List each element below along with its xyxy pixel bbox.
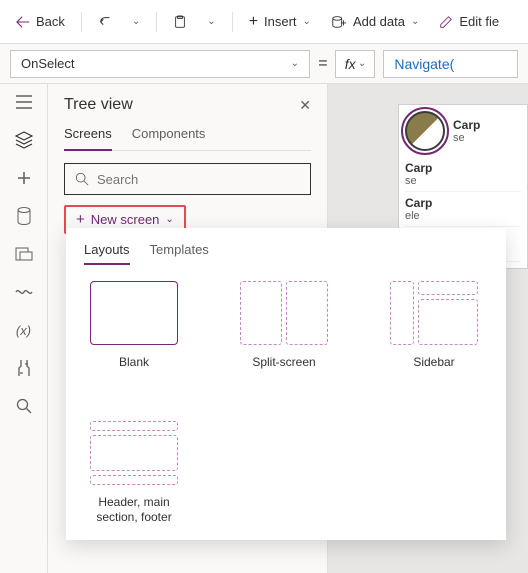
add-data-label: Add data [353, 14, 405, 29]
close-icon[interactable]: ✕ [299, 97, 311, 114]
paste-dropdown[interactable]: ⌄ [199, 12, 223, 31]
layout-header-main-footer[interactable]: Header, main section, footer [84, 421, 184, 526]
chevron-down-icon: ⌄ [165, 214, 173, 225]
edit-icon [439, 15, 453, 29]
undo-button[interactable] [90, 11, 120, 33]
gallery-row[interactable]: Carp se [405, 157, 521, 192]
layout-label: Sidebar [413, 355, 454, 371]
insert-button[interactable]: + Insert ⌄ [241, 9, 319, 35]
add-data-button[interactable]: Add data ⌄ [323, 10, 427, 33]
flyout-tabs: Layouts Templates [84, 242, 488, 265]
search-icon [75, 172, 89, 186]
separator [156, 12, 157, 32]
layout-split-screen[interactable]: Split-screen [234, 281, 334, 371]
edit-fields-button[interactable]: Edit fie [431, 10, 507, 33]
paste-button[interactable] [165, 11, 195, 33]
gallery-row[interactable]: Carp ele [405, 192, 521, 227]
gallery-image-selected[interactable] [405, 111, 445, 151]
fx-button[interactable]: fx ⌄ [335, 50, 375, 78]
row-sub: ele [405, 210, 521, 222]
hamburger-icon[interactable] [14, 92, 34, 112]
arrow-left-icon [16, 15, 30, 29]
row-title: Carp [405, 196, 521, 210]
edit-fields-label: Edit fie [459, 14, 499, 29]
tab-layouts[interactable]: Layouts [84, 242, 130, 265]
hmf-preview-icon [90, 421, 178, 485]
layout-grid: Blank Split-screen Sidebar Header, main … [84, 281, 488, 526]
tools-rail-icon[interactable] [14, 358, 34, 378]
new-screen-label: New screen [91, 212, 160, 227]
chevron-down-icon: ⌄ [291, 58, 299, 69]
search-box[interactable] [64, 163, 311, 195]
variables-rail-icon[interactable]: (x) [14, 320, 34, 340]
clipboard-icon [173, 15, 187, 29]
insert-rail-icon[interactable] [14, 168, 34, 188]
database-icon [331, 15, 347, 29]
separator [81, 12, 82, 32]
tree-view-icon[interactable] [14, 130, 34, 150]
undo-icon [98, 15, 112, 29]
layout-sidebar[interactable]: Sidebar [384, 281, 484, 371]
back-label: Back [36, 14, 65, 29]
left-rail: (x) [0, 84, 48, 573]
gallery-subtitle: se [453, 132, 480, 144]
split-preview-icon [240, 281, 328, 345]
undo-dropdown[interactable]: ⌄ [124, 12, 148, 31]
formula-value: Navigate( [394, 56, 454, 72]
layout-label: Split-screen [252, 355, 315, 371]
tab-screens[interactable]: Screens [64, 126, 112, 151]
flows-rail-icon[interactable] [14, 282, 34, 302]
row-sub: se [405, 175, 521, 187]
layout-blank[interactable]: Blank [84, 281, 184, 371]
layout-label: Blank [119, 355, 149, 371]
plus-icon: + [76, 211, 85, 228]
search-input[interactable] [97, 172, 300, 187]
blank-preview-icon [90, 281, 178, 345]
chevron-down-icon: ⌄ [411, 16, 419, 27]
chevron-down-icon: ⌄ [132, 16, 140, 27]
equals-sign: = [318, 55, 327, 73]
tree-tabs: Screens Components [64, 126, 311, 151]
separator [232, 12, 233, 32]
row-title: Carp [405, 161, 521, 175]
tab-templates[interactable]: Templates [150, 242, 209, 265]
chevron-down-icon: ⌄ [303, 16, 311, 27]
tab-components[interactable]: Components [132, 126, 206, 150]
data-rail-icon[interactable] [14, 206, 34, 226]
insert-label: Insert [264, 14, 297, 29]
gallery-title: Carp [453, 118, 480, 132]
fx-label: fx [345, 56, 356, 72]
plus-icon: + [249, 13, 258, 31]
sidebar-preview-icon [390, 281, 478, 345]
top-toolbar: Back ⌄ ⌄ + Insert ⌄ Add data ⌄ Edit fie [0, 0, 528, 44]
chevron-down-icon: ⌄ [358, 58, 366, 69]
property-selector[interactable]: OnSelect ⌄ [10, 50, 310, 78]
chevron-down-icon: ⌄ [207, 16, 215, 27]
layout-label: Header, main section, footer [84, 495, 184, 526]
gallery-selected-row[interactable]: Carp se [405, 111, 521, 151]
media-rail-icon[interactable] [14, 244, 34, 264]
formula-bar: OnSelect ⌄ = fx ⌄ Navigate( [0, 44, 528, 84]
formula-input[interactable]: Navigate( [383, 50, 518, 78]
back-button[interactable]: Back [8, 10, 73, 33]
property-name: OnSelect [21, 56, 74, 71]
search-rail-icon[interactable] [14, 396, 34, 416]
tree-view-title: Tree view [64, 96, 133, 114]
new-screen-flyout: Layouts Templates Blank Split-screen Sid… [66, 228, 506, 540]
